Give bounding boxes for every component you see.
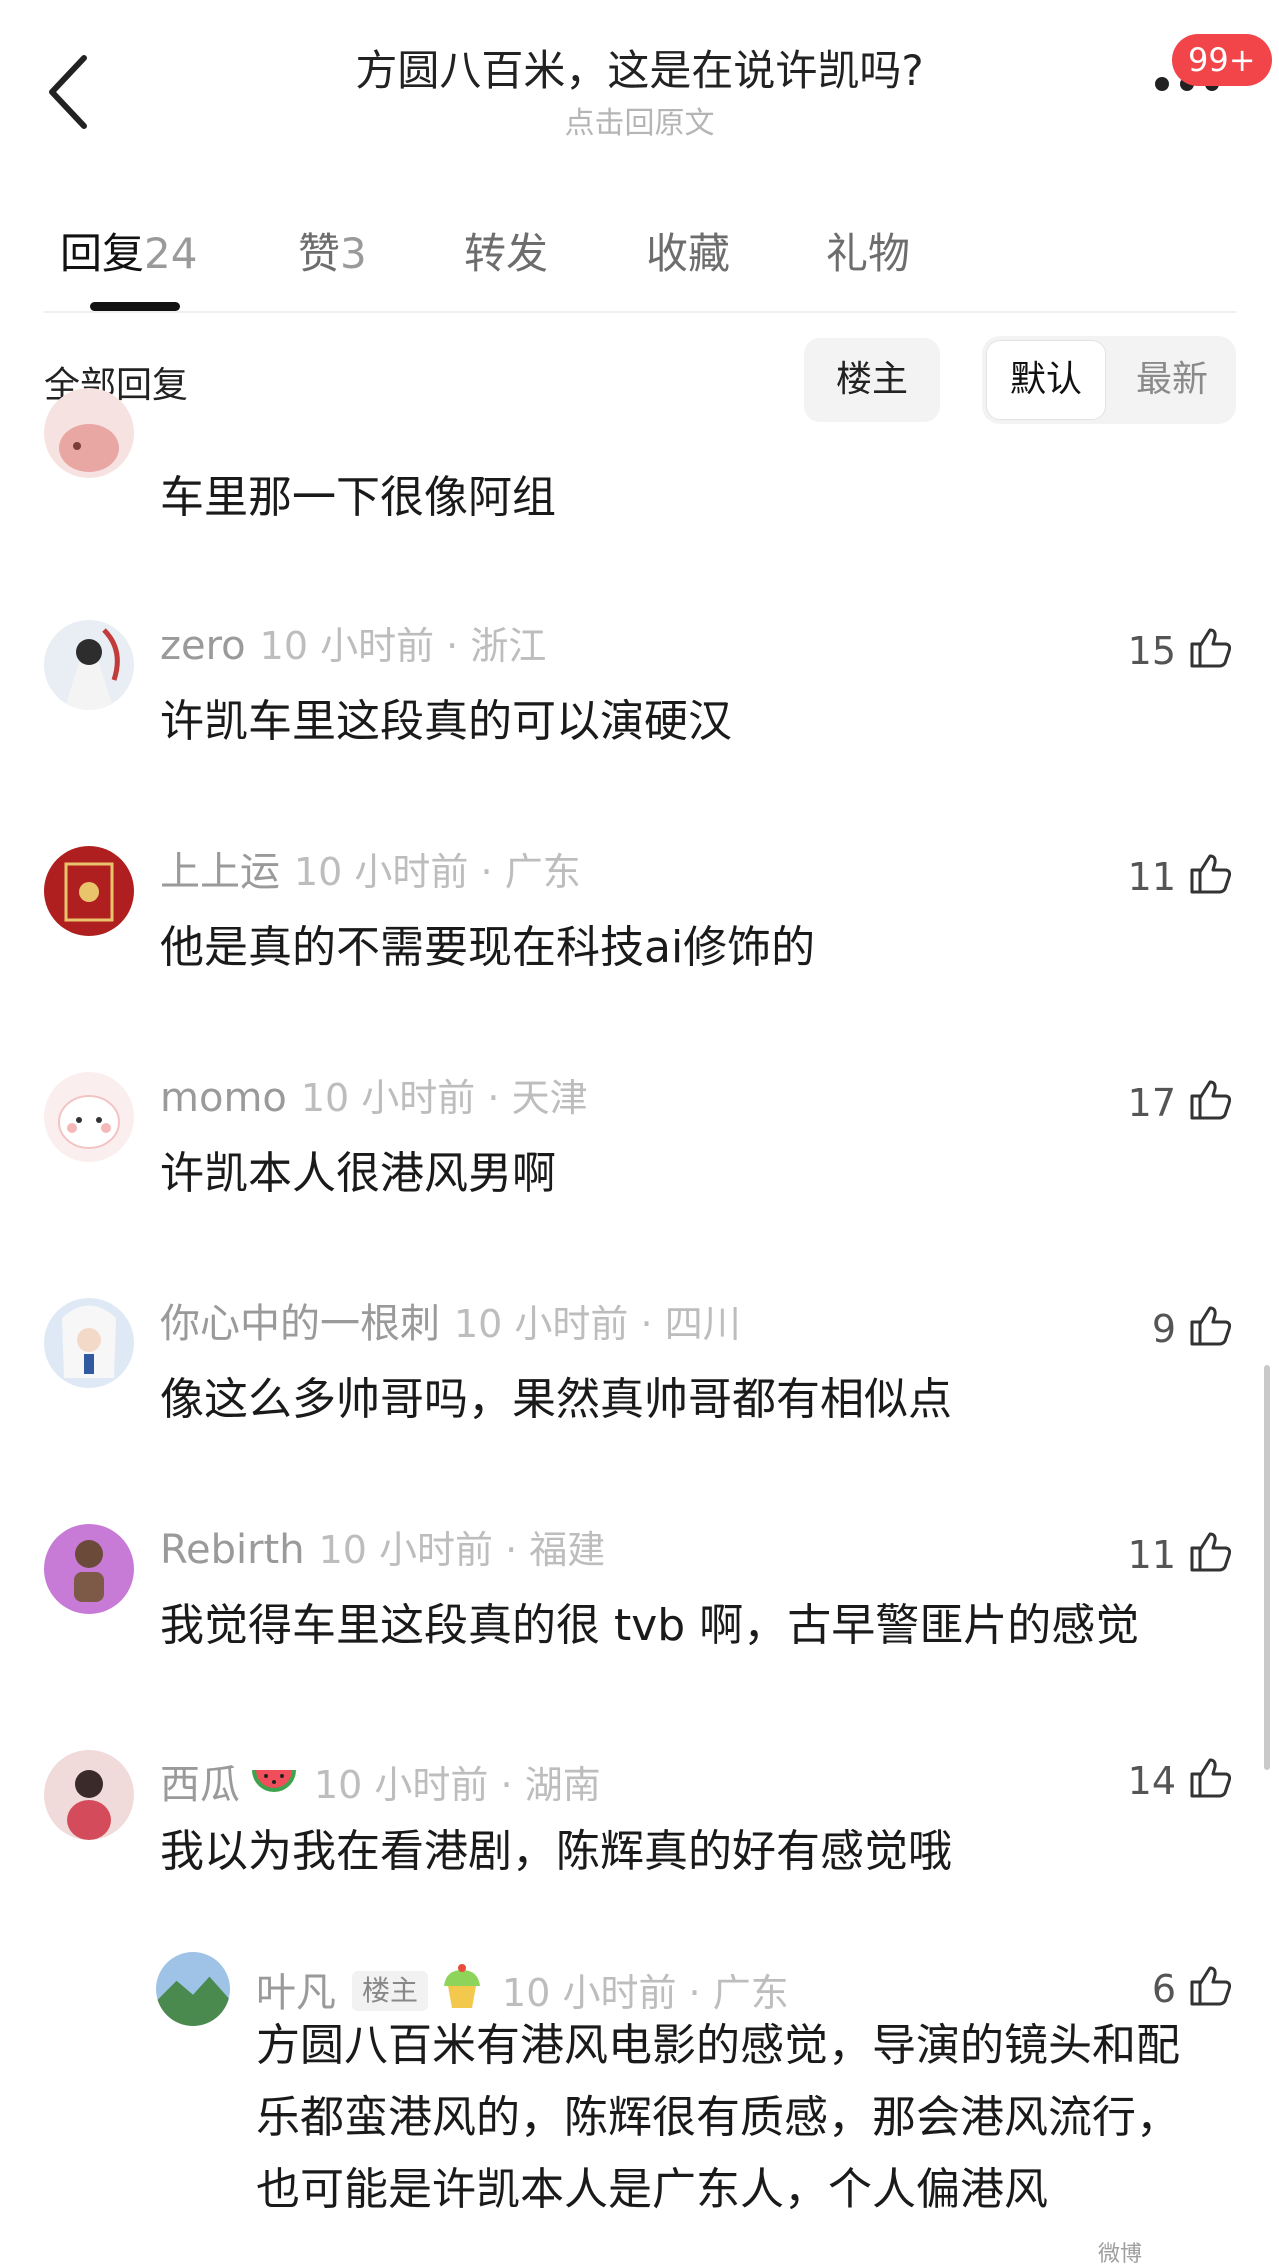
tab-likes[interactable]: 赞3 — [298, 220, 367, 281]
timestamp: 10 小时前 — [314, 1763, 489, 1807]
thumbs-up-icon — [1190, 628, 1232, 668]
like-button[interactable]: 14 — [1128, 1754, 1234, 1805]
divider — [44, 311, 1236, 313]
comment-text: 许凯本人很港风男啊 — [160, 1148, 556, 1199]
watermark: 微博 — [1098, 2242, 1143, 2267]
comment-item: zero 10 小时前 · 浙江 15 许凯车里这段真的可以演硬汉 — [0, 620, 1279, 750]
comment-item: Rebirth 10 小时前 · 福建 11 我觉得车里这段真的很 tvb 啊，古… — [0, 1524, 1279, 1654]
like-count: 6 — [1151, 1967, 1176, 2011]
comment-meta: 上上运 10 小时前 · 广东 — [160, 849, 581, 895]
tab-count: 24 — [144, 229, 198, 278]
comment-item: 西瓜 10 小时前 · 湖南 14 我以为我在看港剧，陈辉真的好有感觉哦 — [0, 1750, 1279, 1880]
scrollbar[interactable] — [1264, 1365, 1270, 1770]
username[interactable]: 西瓜 — [160, 1762, 240, 1808]
reply-text: 方圆八百米有港风电影的感觉，导演的镜头和配乐都蛮港风的，陈辉很有质感，那会港风流… — [256, 2020, 1180, 2215]
comment-text: 他是真的不需要现在科技ai修饰的 — [160, 922, 816, 973]
notification-badge: 99+ — [1172, 34, 1272, 86]
avatar[interactable] — [44, 1524, 134, 1614]
username[interactable]: zero — [160, 623, 246, 669]
timestamp: 10 小时前 — [259, 624, 435, 668]
comment-item: 上上运 10 小时前 · 广东 11 他是真的不需要现在科技ai修饰的 — [0, 846, 1279, 976]
tab-label: 礼物 — [826, 229, 911, 278]
thumbs-up-icon — [1190, 854, 1232, 894]
tab-label: 回复 — [60, 229, 145, 278]
watermelon-emoji — [248, 1752, 300, 1804]
like-button[interactable]: 15 — [1128, 624, 1234, 675]
thumbs-up-icon — [1190, 1532, 1232, 1572]
comment-item: 你心中的一根刺 10 小时前 · 四川 9 像这么多帅哥吗，果然真帅哥都有相似点 — [0, 1298, 1279, 1428]
tab-label: 收藏 — [646, 229, 731, 278]
thumbs-up-icon — [1190, 1966, 1232, 2006]
username[interactable]: 你心中的一根刺 — [160, 1301, 440, 1347]
like-count: 17 — [1127, 1081, 1176, 1125]
username[interactable]: Rebirth — [160, 1527, 305, 1573]
username[interactable]: momo — [160, 1075, 287, 1121]
comment-text: 像这么多帅哥吗，果然真帅哥都有相似点 — [160, 1374, 952, 1425]
sort-default-button[interactable]: 默认 — [986, 340, 1106, 420]
tab-label: 转发 — [464, 229, 549, 278]
comment-item: momo 10 小时前 · 天津 17 许凯本人很港风男啊 — [0, 1072, 1279, 1202]
back-to-original-link[interactable]: 点击回原文 — [0, 98, 1279, 142]
like-count: 15 — [1127, 629, 1176, 673]
avatar[interactable] — [44, 1750, 134, 1840]
location: 湖南 — [524, 1763, 601, 1807]
active-tab-indicator — [90, 302, 180, 311]
timestamp: 10 小时前 — [502, 1971, 677, 2015]
location: 四川 — [664, 1302, 741, 1346]
comment-text: 许凯车里这段真的可以演硬汉 — [160, 696, 732, 747]
comment-meta: Rebirth 10 小时前 · 福建 — [160, 1527, 606, 1573]
page-title: 方圆八百米，这是在说许凯吗? — [355, 46, 924, 95]
like-count: 11 — [1127, 855, 1176, 899]
tab-reposts[interactable]: 转发 — [464, 220, 548, 281]
like-count: 9 — [1151, 1307, 1176, 1351]
username[interactable]: 上上运 — [160, 849, 280, 895]
timestamp: 10 小时前 — [294, 850, 469, 894]
timestamp: 10 小时前 — [300, 1076, 476, 1120]
timestamp: 10 小时前 — [454, 1302, 629, 1346]
comment-meta: 你心中的一根刺 10 小时前 · 四川 — [160, 1301, 741, 1347]
sort-toggle: 默认 最新 — [982, 336, 1236, 424]
tab-gifts[interactable]: 礼物 — [826, 220, 910, 281]
like-button[interactable]: 17 — [1128, 1076, 1234, 1127]
tab-count: 3 — [340, 229, 367, 278]
comment-meta: momo 10 小时前 · 天津 — [160, 1075, 588, 1121]
location: 广东 — [504, 850, 581, 894]
tab-label: 赞 — [298, 229, 341, 278]
reply-meta: 叶凡 楼主 10 小时前 · 广东 — [256, 1960, 789, 2017]
avatar[interactable] — [44, 846, 134, 936]
sort-latest-button[interactable]: 最新 — [1112, 340, 1232, 420]
comment-text: 车里那一下很像阿组 — [160, 472, 556, 523]
like-button[interactable]: 9 — [1152, 1302, 1234, 1353]
tab-favorites[interactable]: 收藏 — [646, 220, 730, 281]
op-badge: 楼主 — [352, 1971, 429, 2011]
op-only-filter-button[interactable]: 楼主 — [804, 338, 940, 422]
location: 广东 — [712, 1971, 789, 2015]
tab-replies[interactable]: 回复24 — [60, 220, 197, 281]
comment-meta: 西瓜 10 小时前 · 湖南 — [160, 1752, 601, 1809]
like-button[interactable]: 11 — [1128, 1528, 1234, 1579]
thumbs-up-icon — [1190, 1306, 1232, 1346]
like-button[interactable]: 6 — [1152, 1962, 1234, 2013]
avatar[interactable] — [44, 1072, 134, 1162]
like-count: 11 — [1127, 1533, 1176, 1577]
thumbs-up-icon — [1190, 1758, 1232, 1798]
cupcake-emoji — [436, 1960, 488, 2012]
avatar[interactable] — [44, 1298, 134, 1388]
like-button[interactable]: 11 — [1128, 850, 1234, 901]
avatar[interactable] — [156, 1952, 230, 2026]
location: 福建 — [529, 1528, 606, 1572]
comment-text: 我以为我在看港剧，陈辉真的好有感觉哦 — [160, 1826, 952, 1877]
comment-meta: zero 10 小时前 · 浙江 — [160, 623, 547, 669]
thumbs-up-icon — [1190, 1080, 1232, 1120]
comment-item: 车里那一下很像阿组 — [0, 388, 1279, 523]
location: 天津 — [511, 1076, 588, 1120]
comment-text: 我觉得车里这段真的很 tvb 啊，古早警匪片的感觉 — [160, 1600, 1140, 1651]
avatar[interactable] — [44, 620, 134, 710]
timestamp: 10 小时前 — [318, 1528, 494, 1572]
avatar[interactable] — [44, 388, 134, 478]
location: 浙江 — [470, 624, 547, 668]
like-count: 14 — [1127, 1759, 1176, 1803]
